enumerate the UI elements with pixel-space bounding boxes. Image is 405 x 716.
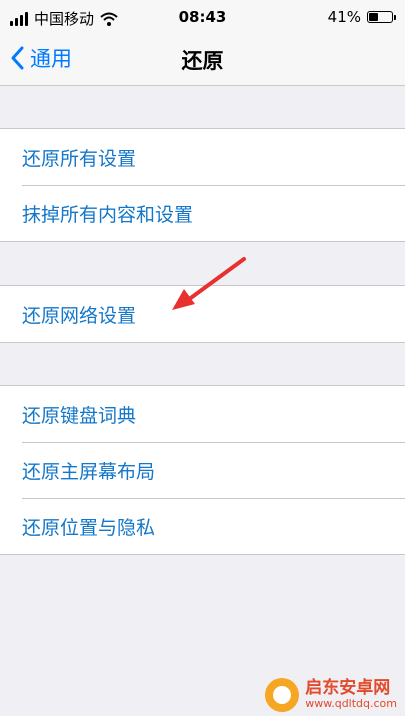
- watermark: 启东安卓网 www.qdltdq.com: [265, 678, 397, 712]
- watermark-name: 启东安卓网: [305, 678, 391, 699]
- watermark-logo-icon: [265, 678, 300, 712]
- watermark-text: 启东安卓网 www.qdltdq.com: [305, 678, 397, 711]
- annotation-arrow-icon: [172, 257, 246, 310]
- watermark-url: www.qdltdq.com: [305, 697, 397, 711]
